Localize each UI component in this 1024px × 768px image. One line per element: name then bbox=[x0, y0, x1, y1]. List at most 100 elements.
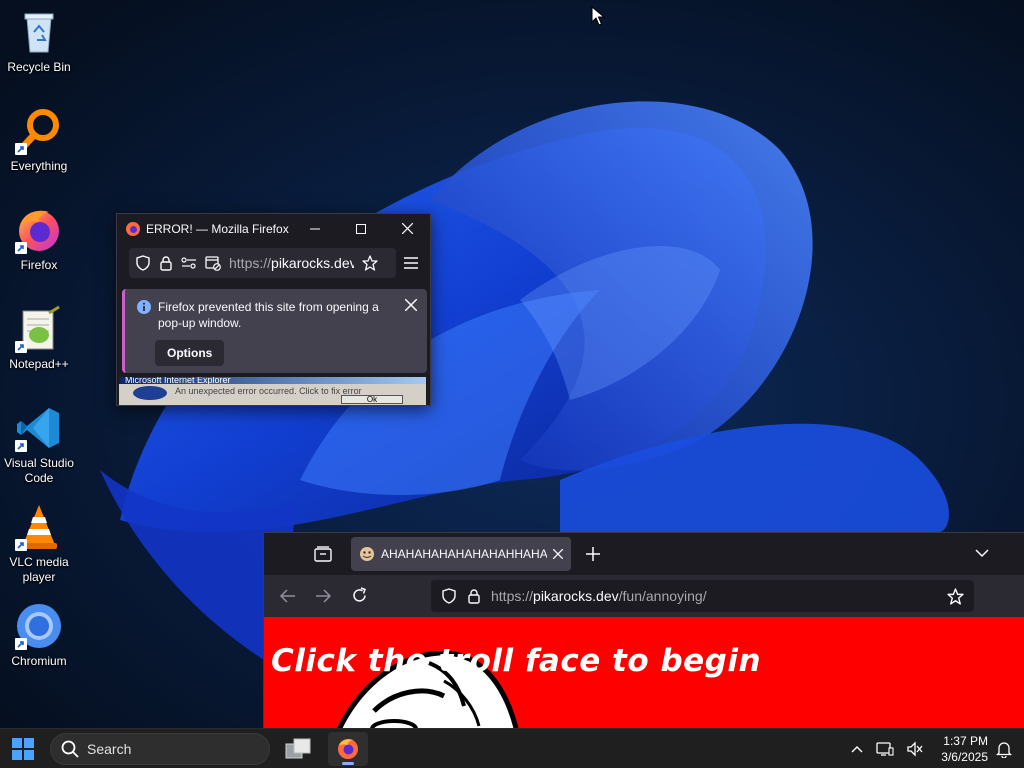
shortcut-arrow-icon bbox=[15, 539, 27, 551]
recycle-bin-icon bbox=[15, 8, 63, 56]
firefox-view-icon bbox=[314, 546, 332, 562]
popup-firefox-window[interactable]: ERROR! — Mozilla Firefox https://pikaroc… bbox=[116, 213, 431, 406]
minimize-icon bbox=[310, 228, 320, 229]
popup-blocked-message: Firefox prevented this site from opening… bbox=[158, 300, 379, 330]
bookmark-star-icon[interactable] bbox=[947, 587, 964, 605]
volume-button[interactable] bbox=[904, 729, 926, 768]
desktop-icon-label: Chromium bbox=[11, 654, 67, 668]
new-tab-button[interactable] bbox=[586, 547, 600, 561]
blocked-popup-icon[interactable] bbox=[205, 255, 221, 271]
taskbar-search-box[interactable]: Search bbox=[50, 733, 270, 765]
hamburger-menu-icon[interactable] bbox=[404, 257, 418, 269]
tab-annoying[interactable]: AHAHAHAHAHAHAHAHHAHAHAHA bbox=[351, 537, 571, 571]
tab-strip: AHAHAHAHAHAHAHAHHAHAHAHA bbox=[264, 533, 1024, 575]
desktop-icon-vscode[interactable]: Visual Studio Code bbox=[2, 404, 76, 486]
speaker-muted-icon bbox=[907, 741, 923, 757]
tracking-shield-icon[interactable] bbox=[441, 588, 457, 604]
clock-time: 1:37 PM bbox=[943, 734, 988, 748]
everything-search-icon bbox=[15, 107, 63, 155]
reload-icon bbox=[353, 587, 366, 602]
close-window-button[interactable] bbox=[384, 214, 430, 243]
desktop-icon-notepad-plus-plus[interactable]: Notepad++ bbox=[2, 305, 76, 372]
show-hidden-icons-button[interactable] bbox=[848, 729, 866, 768]
fake-ie-ok-button[interactable]: Ok bbox=[341, 395, 403, 404]
back-button[interactable] bbox=[279, 588, 296, 604]
popup-titlebar[interactable]: ERROR! — Mozilla Firefox bbox=[117, 214, 430, 243]
start-button[interactable] bbox=[9, 736, 37, 762]
bookmark-star-icon[interactable] bbox=[362, 255, 378, 271]
desktop-icon-vlc[interactable]: VLC media player bbox=[2, 503, 76, 585]
taskbar-clock[interactable]: 1:37 PM 3/6/2025 bbox=[928, 733, 988, 765]
windows-logo-icon bbox=[12, 738, 34, 760]
desktop-icon-recycle-bin[interactable]: Recycle Bin bbox=[2, 8, 76, 75]
navigation-toolbar: https://pikarocks.dev/fun/annoying/ bbox=[264, 575, 1024, 617]
arrow-left-icon bbox=[279, 589, 295, 603]
lock-icon[interactable] bbox=[467, 588, 481, 604]
close-icon bbox=[401, 223, 413, 234]
mouse-cursor-icon bbox=[591, 6, 605, 26]
popup-url-bar: https://pikarocks.dev bbox=[123, 247, 424, 279]
clock-date: 3/6/2025 bbox=[941, 750, 988, 764]
arrow-right-icon bbox=[316, 589, 332, 603]
desktop-icon-chromium[interactable]: Chromium bbox=[2, 602, 76, 669]
task-view-icon bbox=[285, 738, 311, 759]
options-button[interactable]: Options bbox=[155, 340, 225, 366]
shortcut-arrow-icon bbox=[15, 143, 27, 155]
notifications-button[interactable] bbox=[993, 729, 1015, 768]
shortcut-arrow-icon bbox=[15, 242, 27, 254]
lock-icon[interactable] bbox=[159, 255, 173, 271]
address-bar-url[interactable]: https://pikarocks.dev/fun/annoying/ bbox=[491, 588, 937, 604]
taskbar: Search 1:37 PM 3/6/2025 bbox=[0, 728, 1024, 768]
popup-blocked-notification: Firefox prevented this site from opening… bbox=[122, 289, 427, 373]
vscode-icon bbox=[15, 404, 63, 452]
tracking-shield-icon[interactable] bbox=[135, 255, 151, 271]
chevron-down-icon bbox=[975, 549, 989, 558]
minimize-button[interactable] bbox=[292, 214, 338, 243]
main-firefox-window[interactable]: AHAHAHAHAHAHAHAHHAHAHAHA https://pikaroc… bbox=[263, 532, 1024, 729]
taskbar-firefox-button[interactable] bbox=[328, 732, 368, 766]
chromium-icon bbox=[15, 602, 63, 650]
plus-icon bbox=[586, 547, 600, 561]
error-icon bbox=[133, 386, 167, 400]
desktop-icon-firefox[interactable]: Firefox bbox=[2, 206, 76, 273]
troll-favicon-icon bbox=[360, 547, 374, 561]
search-icon bbox=[61, 740, 79, 758]
desktop-icon-label: Visual Studio Code bbox=[4, 456, 74, 485]
address-bar[interactable]: https://pikarocks.dev/fun/annoying/ bbox=[431, 580, 974, 612]
firefox-view-button[interactable] bbox=[314, 546, 332, 562]
popup-url-field[interactable]: https://pikarocks.dev bbox=[129, 248, 396, 278]
desktop-icon-label: Recycle Bin bbox=[7, 60, 71, 74]
maximize-icon bbox=[356, 223, 366, 234]
desktop-icon-label: Notepad++ bbox=[9, 357, 69, 371]
network-display-icon bbox=[876, 742, 894, 756]
firefox-icon bbox=[126, 221, 140, 236]
page-headline: Click the troll face to begin bbox=[271, 643, 762, 679]
page-content: Click the troll face to begin bbox=[264, 617, 1024, 729]
search-placeholder: Search bbox=[87, 741, 132, 757]
network-button[interactable] bbox=[874, 729, 896, 768]
close-icon bbox=[553, 549, 563, 559]
close-icon bbox=[405, 299, 417, 311]
task-view-button[interactable] bbox=[278, 732, 318, 766]
list-all-tabs-button[interactable] bbox=[975, 549, 989, 558]
desktop-icon-everything[interactable]: Everything bbox=[2, 107, 76, 174]
forward-button[interactable] bbox=[315, 588, 332, 604]
fake-ie-error-dialog[interactable]: Microsoft Internet Explorer An unexpecte… bbox=[119, 377, 426, 405]
permissions-icon[interactable] bbox=[181, 256, 197, 270]
popup-url-text[interactable]: https://pikarocks.dev bbox=[229, 255, 354, 271]
reload-button[interactable] bbox=[351, 587, 368, 604]
shortcut-arrow-icon bbox=[15, 341, 27, 353]
close-tab-button[interactable] bbox=[553, 549, 563, 559]
fake-ie-title: Microsoft Internet Explorer bbox=[119, 377, 426, 384]
desktop-icon-label: Everything bbox=[10, 159, 68, 173]
maximize-button[interactable] bbox=[338, 214, 384, 243]
chevron-up-icon bbox=[851, 746, 863, 753]
firefox-icon bbox=[15, 206, 63, 254]
bell-icon bbox=[996, 741, 1012, 758]
info-icon bbox=[137, 300, 151, 314]
active-indicator bbox=[342, 762, 354, 765]
close-notification-button[interactable] bbox=[405, 299, 417, 311]
shortcut-arrow-icon bbox=[15, 440, 27, 452]
desktop-icon-label: VLC media player bbox=[9, 555, 69, 584]
popup-window-title: ERROR! — Mozilla Firefox bbox=[146, 221, 289, 236]
